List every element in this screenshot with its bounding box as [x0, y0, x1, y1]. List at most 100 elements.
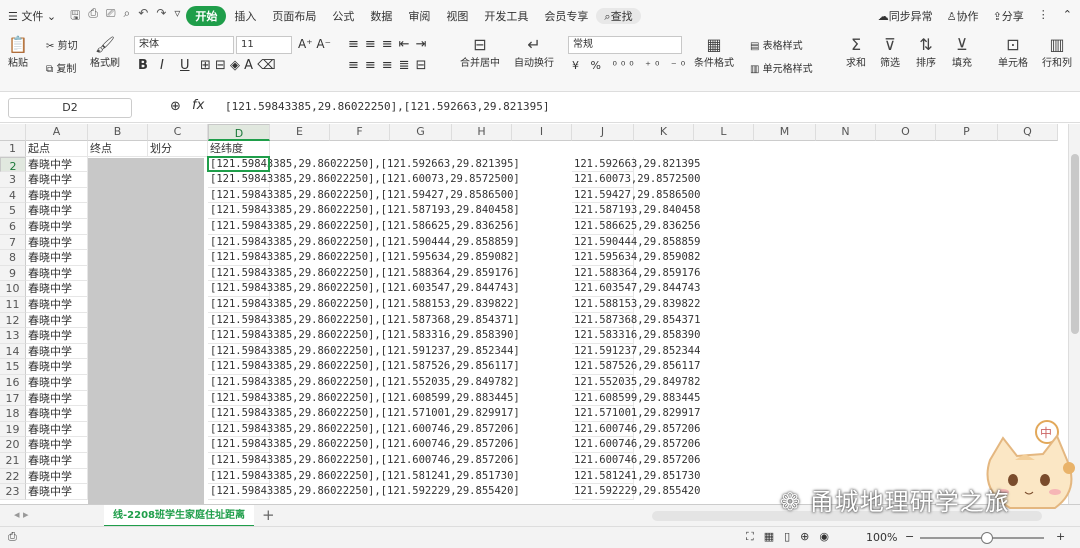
table-cell[interactable]: 春晓中学 [26, 375, 88, 391]
align-horizontal-icons[interactable]: ≡≡≡≣⊟ [348, 58, 432, 73]
table-cell[interactable]: [121.59843385,29.86022250],[121.590444,2… [208, 234, 520, 251]
table-cell[interactable]: 春晓中学 [26, 234, 88, 251]
table-cell[interactable]: 春晓中学 [26, 265, 88, 282]
table-cell[interactable]: 121.59427,29.8586500 [572, 187, 700, 204]
file-menu[interactable]: ☰ 文件 ⌄ [0, 8, 64, 24]
merge-button[interactable]: ⊟ 合并居中 [460, 36, 500, 70]
table-cell[interactable]: 121.583316,29.858390 [572, 328, 700, 344]
row-header[interactable]: 7 [0, 234, 26, 251]
sheet-tab[interactable]: 线-2208班学生家庭住址距离 [104, 505, 254, 527]
table-cell[interactable]: 春晓中学 [26, 297, 88, 313]
table-cell[interactable]: 春晓中学 [26, 328, 88, 344]
table-cell[interactable]: [121.59843385,29.86022250],[121.603547,2… [208, 281, 520, 297]
table-cell[interactable]: [121.59843385,29.86022250],[121.600746,2… [208, 453, 520, 469]
table-cell[interactable]: 春晓中学 [26, 359, 88, 375]
table-cell[interactable]: 121.586625,29.836256 [572, 219, 700, 235]
table-cell[interactable]: 121.595634,29.859082 [572, 250, 700, 266]
table-cell[interactable]: [121.59843385,29.86022250],[121.583316,2… [208, 328, 520, 344]
export-icon[interactable]: ⎙ [88, 6, 98, 27]
table-cell[interactable]: [121.59843385,29.86022250],[121.592229,2… [208, 484, 520, 500]
font-select[interactable]: 宋体 [134, 36, 234, 54]
paste-button[interactable]: 📋 粘贴 [8, 36, 28, 70]
rowcol-button[interactable]: ▥ 行和列 [1042, 36, 1072, 70]
italic-button[interactable]: I [160, 58, 164, 73]
table-cell[interactable]: 121.600746,29.857206 [572, 453, 700, 469]
table-cell[interactable]: 春晓中学 [26, 406, 88, 422]
table-cell[interactable]: 春晓中学 [26, 343, 88, 360]
column-header[interactable]: E [270, 124, 330, 141]
number-format-select[interactable]: 常规 [568, 36, 682, 54]
table-cell[interactable]: 121.587193,29.840458 [572, 203, 700, 219]
column-header[interactable]: A [26, 124, 88, 141]
redo-icon[interactable]: ↷ [156, 6, 166, 27]
table-cell[interactable]: [121.59843385,29.86022250],[121.600746,2… [208, 421, 520, 438]
table-cell[interactable]: 121.592663,29.821395 [572, 156, 700, 173]
row-header[interactable]: 2 [0, 156, 26, 173]
tab-view[interactable]: 视图 [438, 8, 476, 24]
column-header[interactable]: O [876, 124, 936, 141]
column-header[interactable]: B [88, 124, 148, 141]
column-header[interactable]: M [754, 124, 816, 141]
table-cell[interactable]: 春晓中学 [26, 437, 88, 453]
row-header[interactable]: 1 [0, 141, 26, 157]
zoom-slider-knob[interactable] [981, 532, 993, 544]
table-cell[interactable]: 121.587526,29.856117 [572, 359, 700, 375]
table-cell[interactable]: 终点 [88, 141, 148, 157]
font-grow-icon[interactable]: A⁺ A⁻ [298, 37, 331, 51]
name-box[interactable]: D2 [8, 98, 132, 118]
table-cell[interactable]: 121.603547,29.844743 [572, 281, 700, 297]
table-cell[interactable]: 121.591237,29.852344 [572, 343, 700, 360]
table-cell[interactable]: 121.571001,29.829917 [572, 406, 700, 422]
column-header[interactable]: D [208, 124, 270, 141]
table-cell[interactable]: [121.59843385,29.86022250],[121.588364,2… [208, 265, 520, 282]
column-header[interactable]: P [936, 124, 998, 141]
filter-button[interactable]: ⊽ 筛选 [880, 36, 900, 70]
print-icon[interactable]: ⎚ [106, 6, 116, 27]
column-header[interactable]: J [572, 124, 634, 141]
row-header[interactable]: 22 [0, 468, 26, 485]
fx-icon[interactable]: fx [192, 98, 204, 113]
column-header[interactable]: F [330, 124, 390, 141]
row-header[interactable]: 17 [0, 390, 26, 407]
cell-button[interactable]: ⊡ 单元格 [998, 36, 1028, 70]
copy-button[interactable]: ⧉ 复制 [46, 60, 76, 75]
row-header[interactable]: 13 [0, 328, 26, 344]
column-header[interactable]: K [634, 124, 694, 141]
border-icon[interactable]: ⊞ ⊟ ◈ A ⌫ [200, 58, 276, 73]
column-header[interactable]: N [816, 124, 876, 141]
table-cell[interactable]: [121.59843385,29.86022250],[121.592663,2… [208, 156, 520, 173]
share-button[interactable]: ⇪分享 [993, 8, 1024, 24]
table-cell[interactable]: [121.59843385,29.86022250],[121.600746,2… [208, 437, 520, 453]
select-all-corner[interactable] [0, 124, 26, 141]
column-header[interactable]: I [512, 124, 572, 141]
column-header[interactable]: L [694, 124, 754, 141]
row-header[interactable]: 21 [0, 453, 26, 469]
table-cell[interactable]: [121.59843385,29.86022250],[121.587368,2… [208, 312, 520, 329]
column-header[interactable]: Q [998, 124, 1058, 141]
row-header[interactable]: 4 [0, 187, 26, 204]
row-header[interactable]: 23 [0, 484, 26, 500]
sum-button[interactable]: Σ 求和 [846, 36, 866, 70]
table-cell[interactable]: [121.59843385,29.86022250],[121.552035,2… [208, 375, 520, 391]
undo-icon[interactable]: ↶ [138, 6, 148, 27]
row-header[interactable]: 18 [0, 406, 26, 422]
tab-developer[interactable]: 开发工具 [476, 8, 536, 24]
row-header[interactable]: 8 [0, 250, 26, 266]
sort-button[interactable]: ⇅ 排序 [916, 36, 936, 70]
table-cell[interactable]: [121.59843385,29.86022250],[121.586625,2… [208, 219, 520, 235]
tab-member[interactable]: 会员专享 [536, 8, 596, 24]
table-cell[interactable]: [121.59843385,29.86022250],[121.581241,2… [208, 468, 520, 485]
tab-home[interactable]: 开始 [186, 6, 227, 26]
collab-button[interactable]: ♙协作 [947, 8, 979, 24]
table-cell[interactable]: 121.588364,29.859176 [572, 265, 700, 282]
wrap-button[interactable]: ↵ 自动换行 [514, 36, 554, 70]
row-header[interactable]: 16 [0, 375, 26, 391]
table-cell[interactable]: 121.587368,29.854371 [572, 312, 700, 329]
sync-button[interactable]: ☁同步异常 [878, 8, 933, 24]
row-header[interactable]: 15 [0, 359, 26, 375]
table-cell[interactable]: 起点 [26, 141, 88, 157]
format-painter-button[interactable]: 🖌 格式刷 [90, 36, 120, 70]
row-header[interactable]: 6 [0, 219, 26, 235]
table-cell[interactable]: 121.588153,29.839822 [572, 297, 700, 313]
row-header[interactable]: 19 [0, 421, 26, 438]
